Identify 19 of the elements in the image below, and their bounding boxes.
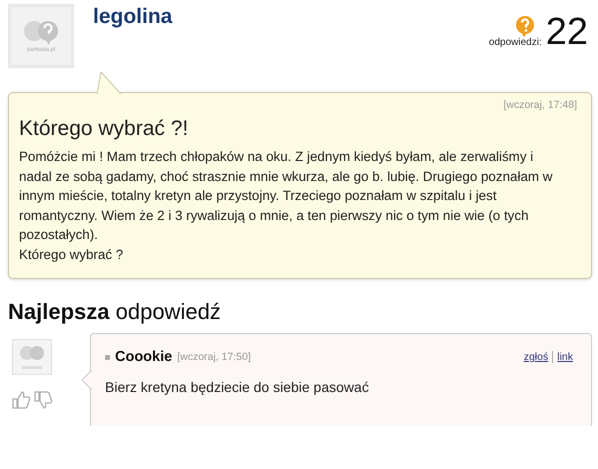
question-text: Pomóżcie mi ! Mam trzech chłopaków na oku. Z jednym kiedyś byłam, ale zerwaliśmy i nadal ze sobą gadamy, choć strasznie mnie wkurza, ale go b. lubię. Drugiego poznałam w innym mieście, totalny kretyn ale przystojny. Trzeciego poznałam w szpitalu i jest romantyczny. Wiem że 2 i 3 rywalizują o mnie, a ten pierwszy nic o tym nie wie (o tych pozostałych). <box>19 148 554 244</box>
answers-count: 22 <box>546 14 588 50</box>
question-title: Którego wybrać ?! <box>19 117 190 141</box>
best-answer-heading: Najlepsza odpowiedź <box>8 299 222 325</box>
bullet-icon <box>105 354 110 360</box>
timestamp: [wczoraj, 17:50] <box>177 351 251 363</box>
username-link[interactable]: legolina <box>93 5 172 29</box>
thumbs-down-icon[interactable] <box>33 390 53 410</box>
action-link[interactable]: zgłoś <box>520 351 552 363</box>
answer-text: Bierz kretyna będziecie do siebie pasować <box>105 379 370 395</box>
answers-label: odpowiedzi: <box>488 37 542 48</box>
speech-bubbles-icon <box>21 19 61 45</box>
question-text: Którego wybrać ? <box>19 246 124 264</box>
answer-author: Coookie <box>115 349 172 365</box>
avatar <box>12 339 52 375</box>
question-bubble-icon <box>514 15 536 37</box>
action-link[interactable]: link <box>552 351 577 363</box>
timestamp: [wczoraj, 17:48] <box>502 99 577 111</box>
thumbs-up-icon[interactable] <box>11 390 31 410</box>
